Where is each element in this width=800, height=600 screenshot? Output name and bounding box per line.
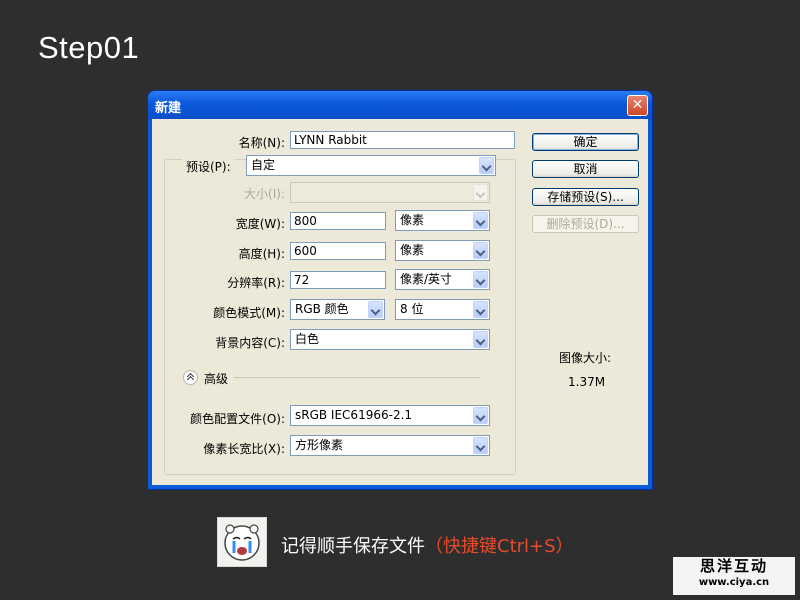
close-icon[interactable]: ✕ bbox=[627, 95, 648, 116]
bit-depth-value: 8 位 bbox=[400, 302, 424, 316]
color-mode-select[interactable]: RGB 颜色 bbox=[290, 299, 385, 320]
width-input[interactable]: 800 bbox=[290, 212, 386, 230]
step-title: Step01 bbox=[38, 30, 140, 65]
new-document-dialog: 新建 ✕ 名称(N): LYNN Rabbit 预设(P): 自定 大小(I):… bbox=[148, 91, 652, 489]
collapse-advanced-icon[interactable] bbox=[183, 370, 198, 385]
height-unit-select[interactable]: 像素 bbox=[395, 240, 490, 261]
dialog-title: 新建 bbox=[155, 101, 182, 116]
chevron-down-icon bbox=[473, 212, 488, 229]
width-label: 宽度(W): bbox=[235, 217, 285, 231]
save-tip-text: 记得顺手保存文件 bbox=[281, 536, 425, 557]
advanced-label: 高级 bbox=[204, 372, 229, 386]
background-label: 背景内容(C): bbox=[215, 336, 285, 350]
pixel-aspect-label: 像素长宽比(X): bbox=[203, 442, 285, 456]
cancel-button[interactable]: 取消 bbox=[532, 160, 639, 178]
site-logo: 思洋互动 www.ciya.cn bbox=[673, 557, 795, 595]
chevron-down-icon bbox=[479, 157, 494, 174]
chevron-down-icon bbox=[473, 331, 488, 348]
size-select[interactable] bbox=[290, 182, 490, 203]
save-shortcut: （快捷键Ctrl+S） bbox=[425, 536, 574, 557]
chevron-down-icon bbox=[473, 184, 488, 201]
background-select[interactable]: 白色 bbox=[290, 329, 490, 350]
resolution-unit-value: 像素/英寸 bbox=[400, 272, 453, 286]
preset-select[interactable]: 自定 bbox=[246, 155, 496, 176]
color-mode-value: RGB 颜色 bbox=[295, 302, 349, 316]
dialog-titlebar: 新建 ✕ bbox=[148, 91, 652, 119]
color-mode-label: 颜色模式(M): bbox=[213, 306, 285, 320]
name-label: 名称(N): bbox=[238, 136, 285, 150]
ok-button[interactable]: 确定 bbox=[532, 133, 639, 151]
crying-face-icon bbox=[217, 517, 267, 567]
background-value: 白色 bbox=[295, 332, 320, 346]
delete-preset-button[interactable]: 删除预设(D)... bbox=[532, 215, 639, 233]
height-label: 高度(H): bbox=[238, 247, 285, 261]
color-profile-label: 颜色配置文件(O): bbox=[190, 412, 285, 426]
chevron-down-icon bbox=[473, 301, 488, 318]
color-profile-value: sRGB IEC61966-2.1 bbox=[295, 408, 413, 422]
resolution-label: 分辨率(R): bbox=[227, 276, 285, 290]
bit-depth-select[interactable]: 8 位 bbox=[395, 299, 490, 320]
chevron-down-icon bbox=[368, 301, 383, 318]
chevron-down-icon bbox=[473, 437, 488, 454]
chevron-down-icon bbox=[473, 407, 488, 424]
logo-url: www.ciya.cn bbox=[698, 577, 770, 588]
width-unit-value: 像素 bbox=[400, 213, 425, 227]
name-input[interactable]: LYNN Rabbit bbox=[290, 131, 515, 149]
height-unit-value: 像素 bbox=[400, 243, 425, 257]
height-input[interactable]: 600 bbox=[290, 242, 386, 260]
chevron-down-icon bbox=[473, 271, 488, 288]
resolution-unit-select[interactable]: 像素/英寸 bbox=[395, 269, 490, 290]
save-preset-button[interactable]: 存储预设(S)... bbox=[532, 188, 639, 206]
advanced-divider bbox=[234, 377, 480, 378]
image-size-label: 图像大小: bbox=[559, 351, 612, 365]
chevron-down-icon bbox=[473, 242, 488, 259]
resolution-input[interactable]: 72 bbox=[290, 271, 386, 289]
save-tip: 记得顺手保存文件（快捷键Ctrl+S） bbox=[281, 532, 574, 558]
size-label: 大小(I): bbox=[244, 187, 285, 201]
width-unit-select[interactable]: 像素 bbox=[395, 210, 490, 231]
image-size-value: 1.37M bbox=[568, 375, 606, 389]
logo-name: 思洋互动 bbox=[699, 557, 768, 575]
pixel-aspect-value: 方形像素 bbox=[295, 438, 344, 452]
preset-value: 自定 bbox=[251, 158, 276, 172]
pixel-aspect-select[interactable]: 方形像素 bbox=[290, 435, 490, 456]
preset-label: 预设(P): bbox=[182, 158, 235, 175]
dialog-body: 名称(N): LYNN Rabbit 预设(P): 自定 大小(I): 宽度(W… bbox=[152, 119, 648, 485]
color-profile-select[interactable]: sRGB IEC61966-2.1 bbox=[290, 405, 490, 426]
